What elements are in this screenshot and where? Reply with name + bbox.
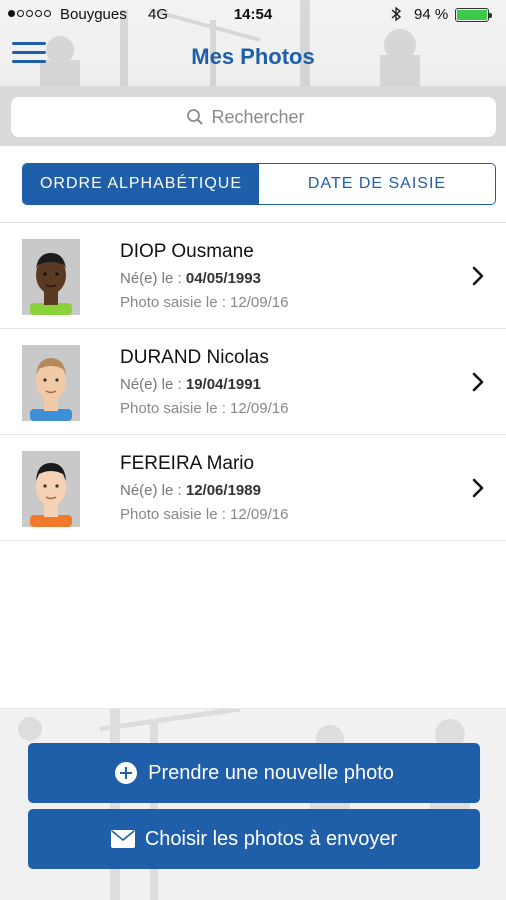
- chevron-right-icon: [472, 372, 484, 392]
- avatar: [22, 345, 80, 421]
- photo-date: Photo saisie le : 12/09/16: [120, 294, 289, 311]
- birth-date-line: Né(e) le : 19/04/1991: [120, 376, 261, 393]
- status-bar: Bouygues 4G 14:54 94 %: [0, 0, 506, 30]
- birth-date-line: Né(e) le : 12/06/1989: [120, 482, 261, 499]
- birth-date: 19/04/1991: [185, 376, 261, 393]
- tab-date-de-saisie[interactable]: DATE DE SAISIE: [259, 164, 495, 204]
- plus-circle-icon: [115, 762, 138, 784]
- list-item[interactable]: FEREIRA Mario Né(e) le : 12/06/1989 Phot…: [0, 435, 506, 541]
- search-icon: [186, 109, 203, 125]
- person-name: DURAND Nicolas: [120, 347, 269, 368]
- photo-date: Photo saisie le : 12/09/16: [120, 506, 289, 523]
- search-input[interactable]: [211, 106, 322, 128]
- people-list: DIOP Ousmane Né(e) le : 04/05/1993 Photo…: [0, 222, 506, 541]
- bluetooth-icon: [390, 6, 402, 26]
- construction-background-image: [18, 709, 470, 900]
- avatar: [22, 239, 80, 315]
- list-item[interactable]: DIOP Ousmane Né(e) le : 04/05/1993 Photo…: [0, 223, 506, 329]
- battery-percent: 94 %: [414, 6, 449, 23]
- new-photo-label: Prendre une nouvelle photo: [148, 761, 394, 784]
- person-name: DIOP Ousmane: [120, 241, 254, 262]
- search-field[interactable]: [11, 97, 496, 137]
- birth-label: Né(e) le :: [120, 376, 186, 393]
- birth-label: Né(e) le :: [120, 270, 186, 287]
- choose-photos-label: Choisir les photos à envoyer: [144, 827, 398, 850]
- photo-date: Photo saisie le : 12/09/16: [120, 400, 289, 417]
- birth-date-line: Né(e) le : 04/05/1993: [120, 270, 261, 287]
- tab-alphabetical[interactable]: ORDRE ALPHABÉTIQUE: [23, 164, 259, 204]
- list-item[interactable]: DURAND Nicolas Né(e) le : 19/04/1991 Pho…: [0, 329, 506, 435]
- envelope-icon: [110, 830, 135, 848]
- chevron-right-icon: [472, 478, 484, 498]
- page-title: Mes Photos: [191, 44, 315, 69]
- new-photo-button[interactable]: Prendre une nouvelle photo: [28, 743, 480, 803]
- avatar: [22, 451, 80, 527]
- header-bar: Bouygues 4G 14:54 94 % Mes Photos: [0, 0, 506, 86]
- birth-label: Né(e) le :: [120, 482, 186, 499]
- birth-date: 04/05/1993: [185, 270, 261, 287]
- action-footer: Prendre une nouvelle photo Choisir les p…: [0, 708, 506, 900]
- choose-photos-button[interactable]: Choisir les photos à envoyer: [28, 809, 480, 869]
- person-name: FEREIRA Mario: [120, 453, 255, 474]
- chevron-right-icon: [472, 266, 484, 286]
- birth-date: 12/06/1989: [185, 482, 261, 499]
- sort-segmented-control: ORDRE ALPHABÉTIQUE DATE DE SAISIE: [22, 163, 496, 205]
- search-bar-container: [0, 86, 506, 146]
- battery-icon: [455, 8, 492, 22]
